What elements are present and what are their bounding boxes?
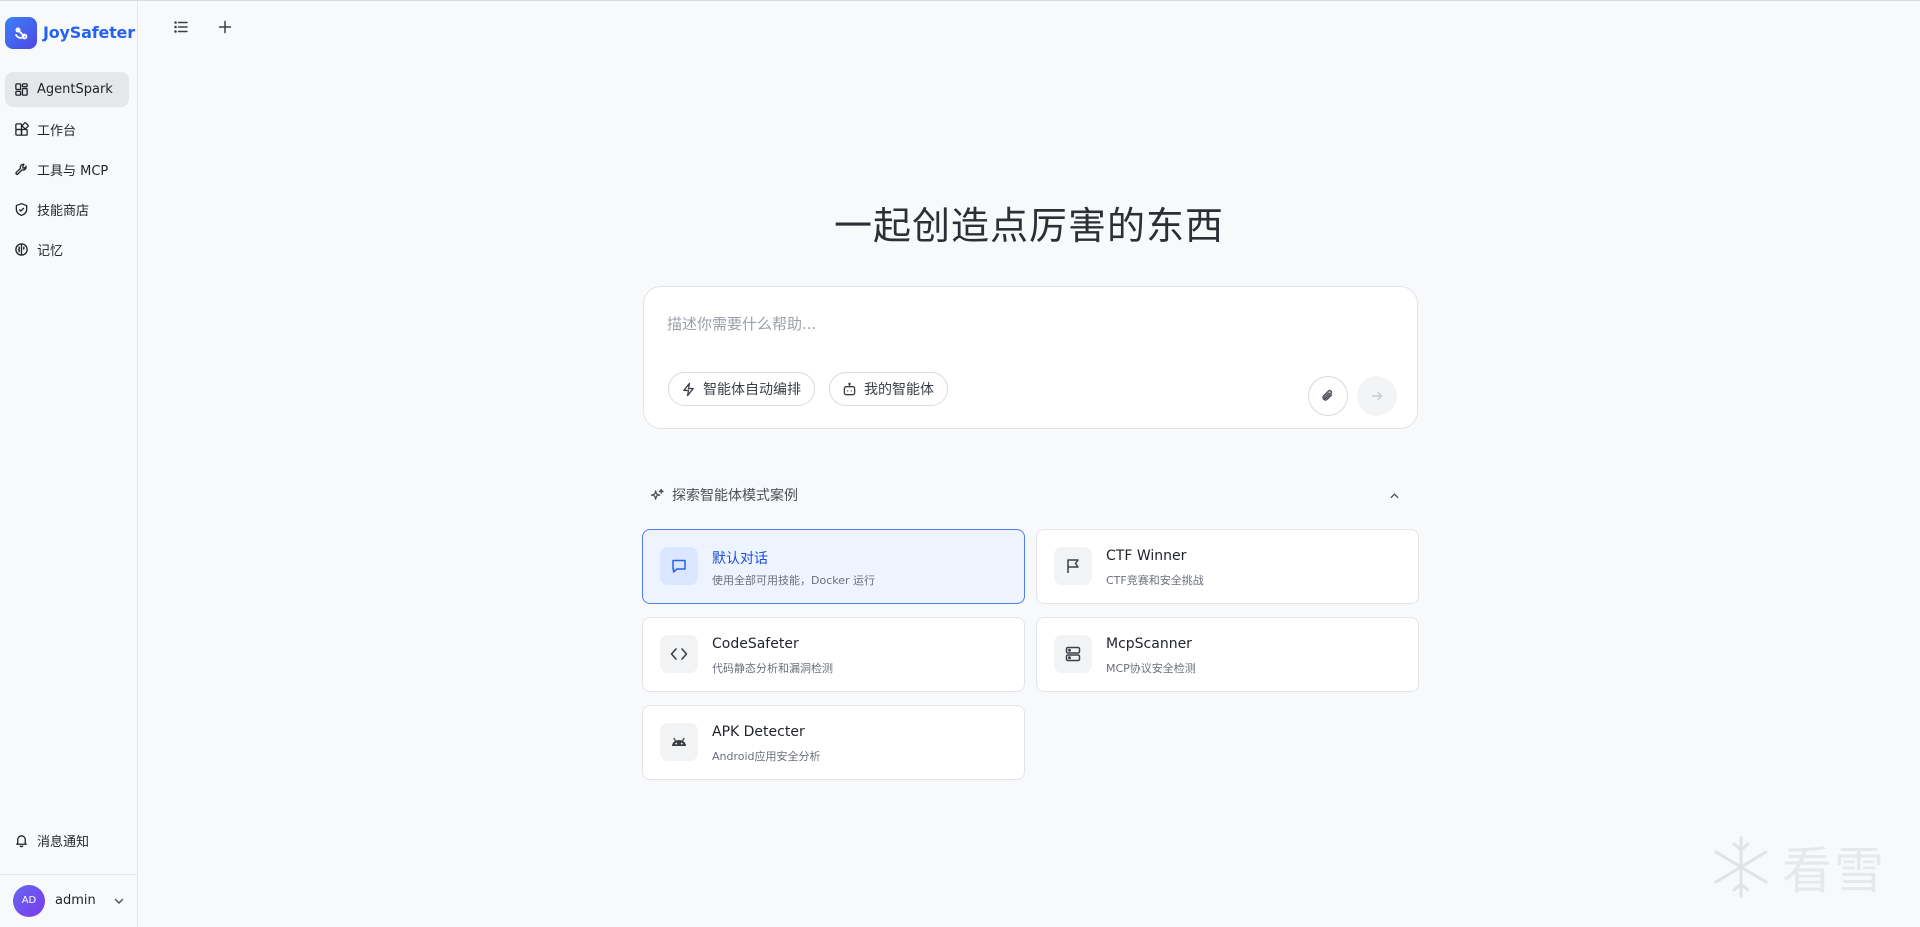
chat-icon — [672, 559, 686, 573]
sidebar-item-notifications[interactable]: 消息通知 — [5, 822, 129, 858]
code-icon — [670, 648, 688, 660]
snowflake-icon — [1714, 836, 1768, 898]
chevron-down-icon — [114, 898, 124, 904]
arrow-right-icon — [1371, 391, 1383, 401]
android-icon — [672, 737, 686, 746]
lightning-icon — [683, 382, 694, 396]
sidebar-item-label: 工作台 — [37, 124, 77, 139]
card-icon-wrap — [660, 635, 698, 673]
sidebar-item-label: 工具与 MCP — [37, 164, 109, 179]
card-icon-wrap — [1054, 547, 1092, 585]
sparkle-icon — [650, 488, 664, 500]
brand-logo-icon — [5, 16, 37, 49]
sidebar-item-tools-mcp[interactable]: 工具与 MCP — [5, 152, 129, 187]
brain-icon — [15, 243, 28, 256]
agent-card-mcpscanner[interactable]: McpScanner MCP协议安全检测 — [1036, 617, 1419, 692]
sidebar-item-label: 技能商店 — [37, 204, 90, 219]
dashboard-icon — [15, 83, 28, 96]
card-desc: CTF竞赛和安全挑战 — [1106, 574, 1204, 587]
explore-section-header[interactable]: 探索智能体模式案例 — [650, 485, 1415, 505]
new-chat-button[interactable] — [215, 17, 235, 37]
auto-orchestrate-label: 智能体自动编排 — [703, 382, 801, 398]
agent-card-ctf-winner[interactable]: CTF Winner CTF竞赛和安全挑战 — [1036, 529, 1419, 604]
card-title: McpScanner — [1106, 636, 1192, 652]
watermark: 看雪 — [1708, 831, 1886, 903]
brand-name: JoySafeter — [43, 23, 135, 42]
prompt-input[interactable] — [667, 315, 1367, 333]
sidebar-nav: AgentSpark 工作台 工具与 MCP 技能商店 记忆 — [5, 72, 129, 272]
auto-orchestrate-button[interactable]: 智能体自动编排 — [668, 372, 815, 406]
sidebar-item-label: AgentSpark — [37, 82, 113, 97]
card-desc: Android应用安全分析 — [712, 750, 821, 763]
card-icon-wrap — [660, 547, 698, 585]
sidebar-item-label: 记忆 — [37, 244, 64, 259]
card-title: CTF Winner — [1106, 548, 1187, 564]
shield-check-icon — [15, 203, 28, 217]
plus-icon — [218, 20, 232, 34]
card-desc: 代码静态分析和漏洞检测 — [712, 662, 833, 675]
page-title: 一起创造点厉害的东西 — [833, 204, 1224, 248]
sidebar-item-skill-store[interactable]: 技能商店 — [5, 192, 129, 227]
paperclip-icon — [1322, 389, 1333, 401]
card-title: 默认对话 — [712, 551, 768, 567]
agent-card-apk-detecter[interactable]: APK Detecter Android应用安全分析 — [642, 705, 1025, 780]
send-button[interactable] — [1357, 376, 1397, 416]
sidebar-item-agentspark[interactable]: AgentSpark — [5, 72, 129, 107]
sidebar: JoySafeter AgentSpark 工作台 工具与 MCP 技能商店 记… — [0, 1, 138, 927]
bell-icon — [16, 834, 27, 847]
agent-card-default-chat[interactable]: 默认对话 使用全部可用技能，Docker 运行 — [642, 529, 1025, 604]
notifications-label: 消息通知 — [37, 834, 90, 850]
my-agents-label: 我的智能体 — [864, 382, 934, 398]
sidebar-item-workspace[interactable]: 工作台 — [5, 112, 129, 147]
card-desc: 使用全部可用技能，Docker 运行 — [712, 574, 876, 587]
server-icon — [1065, 646, 1081, 662]
explore-title: 探索智能体模式案例 — [672, 488, 798, 504]
toggle-list-button[interactable] — [171, 17, 191, 37]
agent-card-codesafeter[interactable]: CodeSafeter 代码静态分析和漏洞检测 — [642, 617, 1025, 692]
avatar: AD — [13, 884, 45, 917]
watermark-text: 看雪 — [1782, 842, 1886, 900]
card-title: APK Detecter — [712, 724, 805, 740]
robot-icon — [843, 382, 856, 395]
card-title: CodeSafeter — [712, 636, 799, 652]
card-icon-wrap — [660, 723, 698, 761]
brand[interactable]: JoySafeter — [5, 16, 135, 49]
user-menu[interactable]: AD admin — [0, 874, 138, 926]
list-icon — [174, 21, 188, 33]
attach-button[interactable] — [1308, 376, 1348, 416]
user-name: admin — [55, 893, 96, 908]
wrench-icon — [15, 163, 27, 175]
card-icon-wrap — [1054, 635, 1092, 673]
chevron-up-icon[interactable] — [1388, 489, 1401, 502]
composer: 智能体自动编排 我的智能体 — [643, 286, 1418, 429]
flag-icon — [1067, 559, 1079, 573]
sidebar-item-memory[interactable]: 记忆 — [5, 232, 129, 267]
workspace-icon — [15, 122, 29, 136]
my-agents-button[interactable]: 我的智能体 — [829, 372, 948, 406]
card-desc: MCP协议安全检测 — [1106, 662, 1196, 675]
